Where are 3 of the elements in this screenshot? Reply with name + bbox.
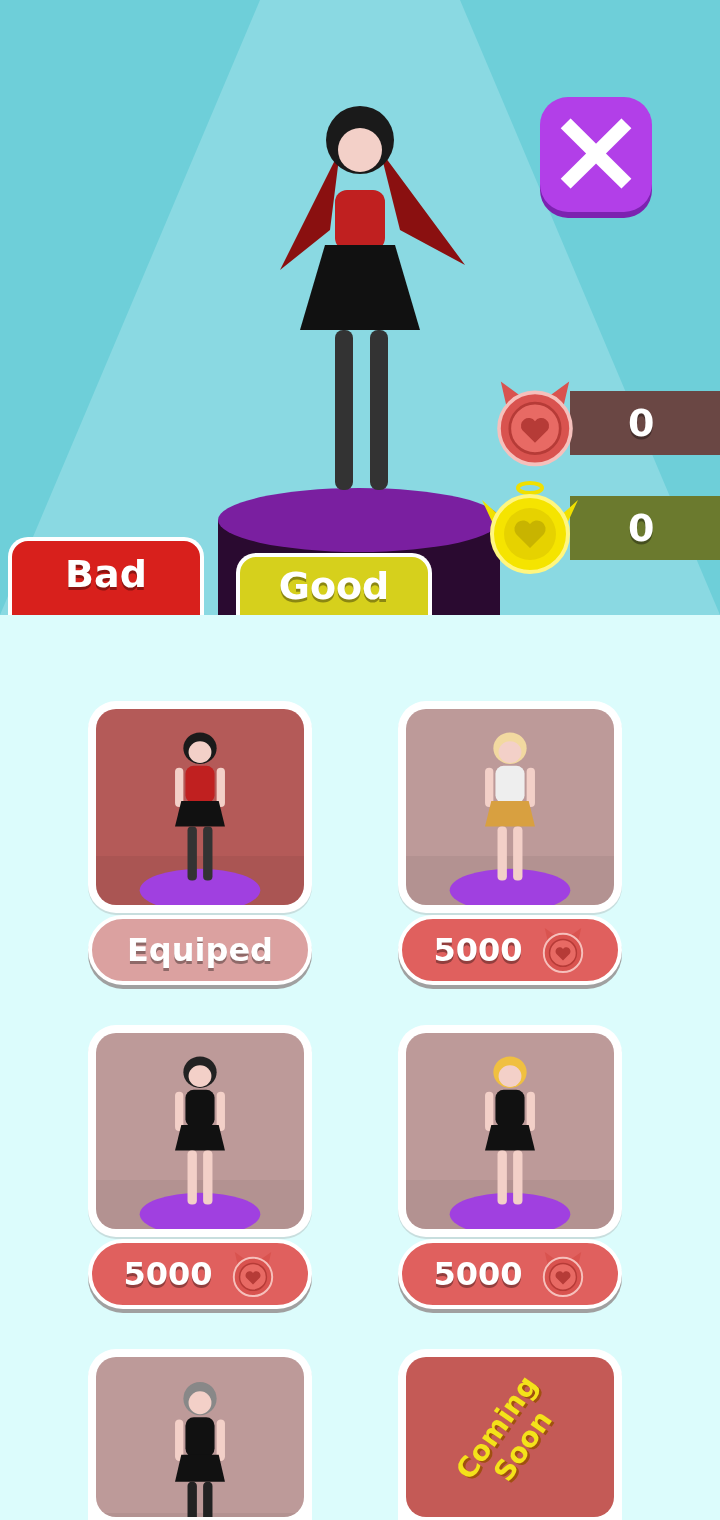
currency-amount: 0 [628,504,655,552]
currency-amount: 0 [628,399,655,447]
category-tab[interactable]: Bad [8,537,204,615]
